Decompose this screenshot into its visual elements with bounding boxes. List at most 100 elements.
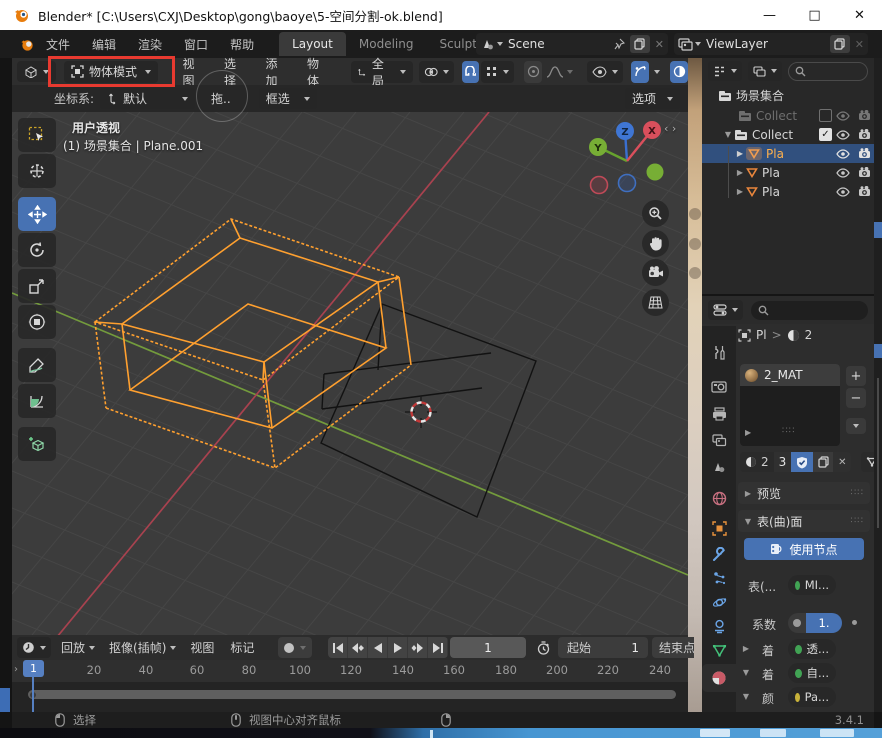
coord-system-dropdown[interactable]: 默认 — [100, 88, 195, 109]
pin-icon[interactable] — [613, 38, 625, 50]
outliner-row-collection[interactable]: ▼ Collect ✓ — [702, 125, 874, 144]
tool-measure[interactable] — [18, 384, 56, 418]
clipped-scrollbar[interactable] — [877, 378, 879, 528]
close-button[interactable]: ✕ — [837, 0, 882, 30]
row-expand-arrow[interactable]: ▼ — [740, 692, 752, 701]
menu-render[interactable]: 渲染 — [127, 30, 173, 58]
auto-key-dropdown[interactable] — [300, 646, 306, 650]
maximize-button[interactable]: □ — [792, 0, 837, 30]
pan-view-button[interactable] — [642, 230, 669, 257]
markers-menu[interactable]: 标记 — [230, 639, 254, 656]
shader1-dropdown[interactable]: 透... — [788, 639, 836, 659]
exclude-checkbox[interactable]: ✓ — [819, 128, 832, 141]
hide-eye-icon[interactable] — [832, 130, 854, 140]
tool-move[interactable] — [18, 197, 56, 231]
scene-name[interactable]: Scene — [508, 37, 545, 51]
timeline-scrollbar[interactable] — [28, 690, 676, 699]
workspace-tab-modeling[interactable]: Modeling — [346, 32, 427, 56]
slot-list-grip[interactable]: ∷∷ — [782, 426, 795, 436]
expand-arrow[interactable]: ▼ — [722, 130, 734, 139]
jump-to-start-button[interactable] — [328, 637, 348, 658]
fake-user-toggle[interactable] — [791, 452, 813, 472]
render-camera-icon[interactable] — [854, 186, 874, 197]
row-expand-arrow[interactable]: ▼ — [740, 668, 752, 677]
material-slot-active[interactable]: 2_MAT — [740, 364, 840, 386]
outliner-filter[interactable] — [748, 61, 782, 81]
new-material-button[interactable] — [813, 452, 833, 472]
surface-shader-dropdown[interactable]: MI... — [788, 575, 836, 595]
material-name-field[interactable]: 3 — [774, 452, 792, 472]
properties-search[interactable] — [751, 301, 868, 320]
render-camera-icon[interactable] — [854, 148, 874, 159]
pivot-dropdown[interactable] — [419, 61, 454, 83]
box-select-dropdown[interactable]: 框选 — [259, 88, 317, 109]
scene-icon[interactable] — [480, 38, 503, 51]
prev-keyframe-button[interactable] — [348, 637, 368, 658]
frame-end-field[interactable]: 结束点 — [652, 637, 694, 658]
tool-cursor[interactable] — [18, 154, 56, 188]
unlink-scene-icon[interactable]: ✕ — [655, 38, 664, 51]
expand-arrow[interactable]: ▶ — [734, 187, 746, 196]
add-slot-button[interactable]: + — [846, 366, 866, 386]
tool-scale[interactable] — [18, 269, 56, 303]
timeline-expand-arrow[interactable]: › — [14, 664, 18, 675]
material-slot-list[interactable]: 2_MAT ▶ ∷∷ — [740, 364, 840, 446]
use-nodes-button[interactable]: 使用节点 — [744, 538, 864, 560]
menu-add[interactable]: 添加 — [255, 55, 296, 89]
tool-transform[interactable] — [18, 305, 56, 339]
minimize-button[interactable]: — — [747, 0, 792, 30]
slot-specials-button[interactable] — [846, 418, 866, 434]
tool-annotate[interactable] — [18, 348, 56, 382]
tab-constraints[interactable] — [702, 614, 736, 638]
new-viewlayer-icon[interactable] — [830, 35, 850, 53]
render-camera-icon[interactable] — [854, 167, 874, 178]
playback-menu[interactable]: 回放 — [61, 639, 95, 656]
blender-menu-icon[interactable] — [20, 37, 35, 52]
ortho-toggle-button[interactable] — [642, 289, 669, 316]
factor-socket[interactable] — [788, 613, 806, 633]
options-dropdown[interactable]: 选项 — [625, 88, 680, 109]
properties-editor-type[interactable] — [708, 300, 743, 320]
tab-modifiers[interactable] — [702, 542, 736, 566]
camera-view-button[interactable] — [642, 259, 669, 286]
keying-menu[interactable]: 抠像(插帧) — [109, 639, 176, 656]
tab-object[interactable] — [702, 516, 736, 540]
outliner-row-scene-collection[interactable]: 场景集合 — [702, 86, 874, 105]
tab-tool[interactable] — [702, 340, 736, 364]
tab-render[interactable] — [702, 374, 736, 398]
outliner-row-collection-excluded[interactable]: Collect — [702, 106, 874, 125]
tab-material-active[interactable] — [702, 664, 736, 692]
proportional-edit-toggle[interactable] — [524, 61, 542, 83]
orientation-dropdown[interactable]: 全局 — [351, 61, 412, 83]
playhead-line[interactable] — [32, 677, 34, 712]
factor-value-slider[interactable]: 1. — [806, 613, 842, 633]
navigation-gizmo[interactable]: Z X Y — [585, 115, 675, 205]
hide-eye-icon[interactable] — [832, 149, 854, 159]
overlays-dropdown[interactable] — [654, 70, 660, 74]
snap-with-dropdown[interactable] — [481, 61, 514, 83]
browse-material-button[interactable]: 2 — [740, 452, 774, 472]
tool-select-box[interactable] — [18, 118, 56, 152]
timeline-ruler[interactable]: 20 40 60 80 100 120 140 160 180 200 220 … — [12, 660, 688, 682]
view-menu[interactable]: 视图 — [190, 639, 214, 656]
tab-world[interactable] — [702, 486, 736, 510]
tab-output[interactable] — [702, 402, 736, 426]
tab-object-data[interactable] — [702, 638, 736, 662]
remove-slot-button[interactable]: − — [846, 388, 866, 408]
keyframe-dot[interactable] — [852, 620, 857, 625]
play-reverse-button[interactable] — [368, 637, 388, 658]
hide-eye-icon[interactable] — [832, 168, 854, 178]
auto-key-record-icon[interactable] — [284, 643, 294, 653]
tab-viewlayer[interactable] — [702, 428, 736, 452]
unlink-material-button[interactable]: ✕ — [833, 452, 851, 472]
timeline-editor-type[interactable] — [17, 637, 51, 658]
tool-rotate[interactable] — [18, 233, 56, 267]
workspace-tab-layout[interactable]: Layout — [279, 32, 346, 56]
expand-arrow[interactable]: ▶ — [734, 168, 746, 177]
hide-eye-icon[interactable] — [832, 111, 854, 121]
gizmos-dropdown[interactable] — [587, 61, 623, 83]
preview-range-toggle[interactable] — [532, 637, 554, 658]
outliner-search[interactable] — [788, 62, 868, 81]
outliner-display-mode[interactable] — [708, 61, 742, 81]
shader2-dropdown[interactable]: 自... — [788, 663, 836, 683]
